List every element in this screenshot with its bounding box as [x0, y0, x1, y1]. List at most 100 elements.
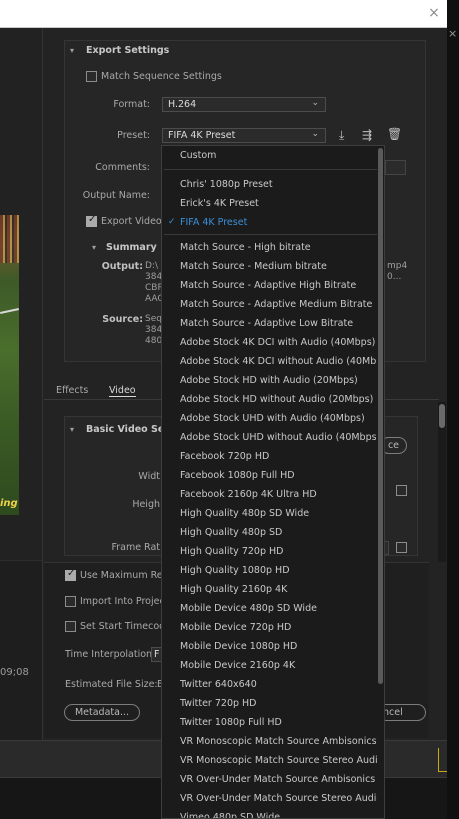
- preset-option[interactable]: Custom: [162, 146, 378, 165]
- preset-option[interactable]: Facebook 720p HD: [162, 447, 378, 466]
- match-sequence-label: Match Sequence Settings: [101, 71, 222, 82]
- preset-option-label: VR Over-Under Match Source Ambisonics: [180, 774, 376, 785]
- preset-option-label: Match Source - Adaptive Medium Bitrate: [180, 299, 373, 310]
- preset-option[interactable]: Twitter 640x640: [162, 675, 378, 694]
- preset-option-label: Adobe Stock UHD without Audio (40Mbps): [180, 432, 381, 443]
- preset-option[interactable]: Facebook 2160p 4K Ultra HD: [162, 485, 378, 504]
- preset-option[interactable]: Mobile Device 480p SD Wide: [162, 599, 378, 618]
- preset-option[interactable]: Adobe Stock HD without Audio (20Mbps): [162, 390, 378, 409]
- set-start-timecode-checkbox[interactable]: [65, 621, 76, 632]
- timeline-marker: [438, 748, 447, 772]
- preset-option[interactable]: High Quality 480p SD Wide: [162, 504, 378, 523]
- preset-option[interactable]: Chris' 1080p Preset: [162, 175, 378, 194]
- preset-option[interactable]: Vimeo 480p SD Wide: [162, 808, 378, 819]
- source-label: Source:: [102, 314, 143, 325]
- preset-option[interactable]: High Quality 1080p HD: [162, 561, 378, 580]
- width-checkbox[interactable]: [396, 485, 407, 496]
- preview-timecode: 09;08: [0, 667, 29, 678]
- preset-option-label: VR Monoscopic Match Source Ambisonics: [180, 736, 377, 747]
- save-preset-icon[interactable]: ⤓: [339, 128, 344, 143]
- preset-option[interactable]: Match Source - Adaptive Medium Bitrate: [162, 295, 378, 314]
- close-icon[interactable]: ×: [427, 6, 441, 20]
- format-select[interactable]: H.264 ⌄: [162, 97, 326, 112]
- preset-option[interactable]: Erick's 4K Preset: [162, 194, 378, 213]
- export-video-label: Export Video: [101, 216, 162, 227]
- preset-option-label: Twitter 640x640: [180, 679, 257, 690]
- import-preset-icon[interactable]: ⇶: [362, 128, 372, 142]
- settings-scrollbar-thumb[interactable]: [439, 404, 445, 428]
- preset-option-label: Vimeo 480p SD Wide: [180, 812, 281, 819]
- preset-option[interactable]: Mobile Device 1080p HD: [162, 637, 378, 656]
- preset-option[interactable]: Adobe Stock UHD with Audio (40Mbps): [162, 409, 378, 428]
- preset-option-label: Adobe Stock 4K DCI with Audio (40Mbps): [180, 337, 376, 348]
- comments-input[interactable]: [385, 160, 406, 175]
- preset-label: Preset:: [117, 130, 150, 141]
- preset-option[interactable]: Adobe Stock HD with Audio (20Mbps): [162, 371, 378, 390]
- preset-option[interactable]: High Quality 480p SD: [162, 523, 378, 542]
- preset-option[interactable]: Match Source - Adaptive Low Bitrate: [162, 314, 378, 333]
- comments-label: Comments:: [95, 162, 150, 173]
- export-video-checkbox[interactable]: [86, 214, 97, 227]
- preset-option[interactable]: Match Source - Medium bitrate: [162, 257, 378, 276]
- panel-close-icon[interactable]: ×: [448, 28, 458, 40]
- preset-option-label: High Quality 2160p 4K: [180, 584, 288, 595]
- preset-option-label: High Quality 480p SD: [180, 527, 283, 538]
- frame-rate-checkbox[interactable]: [396, 542, 407, 553]
- height-label: Heigh: [132, 499, 160, 510]
- preset-option[interactable]: Adobe Stock 4K DCI with Audio (40Mbps): [162, 333, 378, 352]
- output-line-right: mp4: [387, 261, 408, 271]
- preset-select[interactable]: FIFA 4K Preset ⌄: [162, 128, 326, 143]
- preset-option-label: Chris' 1080p Preset: [180, 179, 273, 190]
- preset-option[interactable]: High Quality 2160p 4K: [162, 580, 378, 599]
- frame-rate-label: Frame Rat: [111, 542, 160, 553]
- tab-effects[interactable]: Effects: [56, 385, 88, 396]
- preset-option[interactable]: VR Over-Under Match Source Stereo Audio: [162, 789, 382, 808]
- preset-option-label: Match Source - Adaptive Low Bitrate: [180, 318, 354, 329]
- preset-option[interactable]: Match Source - Adaptive High Bitrate: [162, 276, 378, 295]
- preset-option-label: Twitter 1080p Full HD: [180, 717, 282, 728]
- chevron-down-icon[interactable]: ▾: [70, 425, 74, 434]
- source-line: 480: [145, 336, 163, 346]
- preset-option[interactable]: VR Over-Under Match Source Ambisonics: [162, 770, 378, 789]
- preset-option[interactable]: Twitter 720p HD: [162, 694, 378, 713]
- estimated-file-size-label: Estimated File Size:: [65, 679, 158, 690]
- tab-video[interactable]: Video: [109, 385, 136, 397]
- delete-preset-icon[interactable]: 🗑: [387, 127, 402, 141]
- preset-option-label: Adobe Stock UHD with Audio (40Mbps): [180, 413, 365, 424]
- preset-option-label: Mobile Device 1080p HD: [180, 641, 298, 652]
- preset-option-label: High Quality 720p HD: [180, 546, 284, 557]
- menu-separator: [164, 234, 378, 235]
- preset-option[interactable]: VR Monoscopic Match Source Stereo Audio: [162, 751, 384, 770]
- cancel-button[interactable]: ncel: [378, 704, 426, 721]
- preset-option[interactable]: ✓ FIFA 4K Preset: [162, 213, 378, 232]
- preview-controls-area: [0, 560, 42, 740]
- right-edge-panel: [447, 0, 459, 819]
- menu-separator: [164, 169, 378, 170]
- preset-option[interactable]: Adobe Stock 4K DCI without Audio (40Mbps…: [162, 352, 384, 371]
- preset-option[interactable]: Match Source - High bitrate: [162, 238, 378, 257]
- preset-option[interactable]: Facebook 1080p Full HD: [162, 466, 378, 485]
- source-line: 384: [145, 325, 163, 335]
- preset-option[interactable]: Adobe Stock UHD without Audio (40Mbps): [162, 428, 381, 447]
- dropdown-scrollbar-thumb[interactable]: [378, 148, 383, 684]
- preset-dropdown-menu: Custom Chris' 1080p Preset Erick's 4K Pres…: [161, 145, 385, 819]
- video-preview-crowd: [0, 215, 19, 263]
- chevron-down-icon[interactable]: ▾: [92, 243, 96, 252]
- chevron-down-icon: ⌄: [311, 98, 319, 108]
- preset-option[interactable]: Twitter 1080p Full HD: [162, 713, 378, 732]
- metadata-button[interactable]: Metadata...: [64, 704, 140, 721]
- match-sequence-checkbox[interactable]: [86, 71, 97, 82]
- video-overlay-text: ing: [0, 498, 18, 509]
- preset-option-label: Facebook 1080p Full HD: [180, 470, 295, 481]
- output-line: 384: [145, 272, 163, 282]
- summary-title: Summary: [106, 242, 157, 253]
- import-into-project-checkbox[interactable]: [65, 596, 76, 607]
- preset-option[interactable]: Mobile Device 2160p 4K: [162, 656, 378, 675]
- preset-option-label: Match Source - High bitrate: [180, 242, 311, 253]
- preset-option[interactable]: High Quality 720p HD: [162, 542, 378, 561]
- use-max-render-checkbox[interactable]: [65, 568, 76, 581]
- chevron-down-icon[interactable]: ▾: [70, 46, 74, 55]
- preset-option[interactable]: VR Monoscopic Match Source Ambisonics: [162, 732, 378, 751]
- title-bar: [0, 0, 447, 28]
- preset-option[interactable]: Mobile Device 720p HD: [162, 618, 378, 637]
